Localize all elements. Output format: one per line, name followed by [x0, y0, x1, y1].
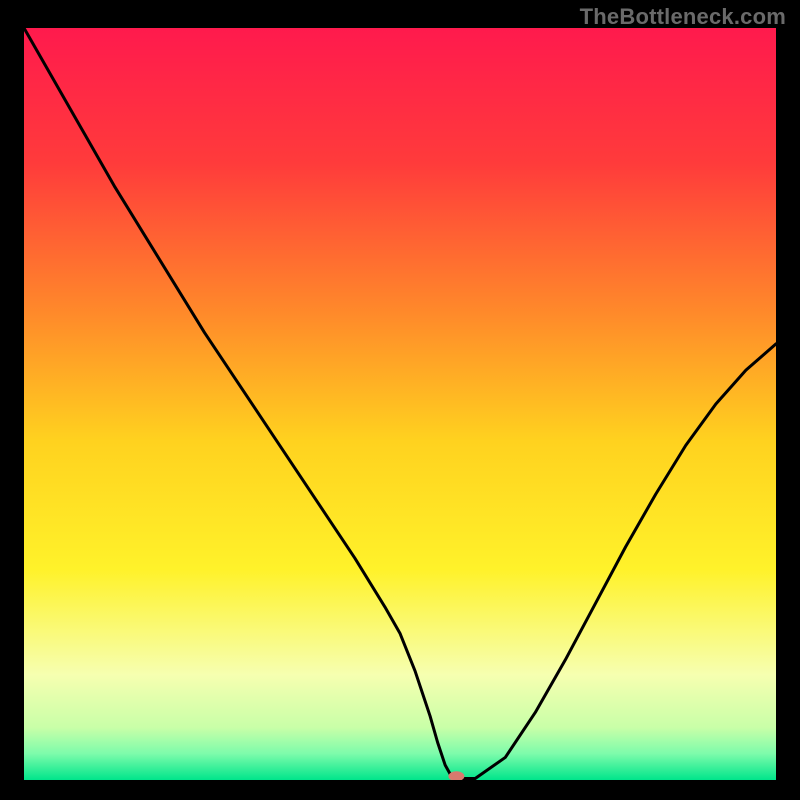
frame-bottom: [0, 780, 800, 800]
watermark-text: TheBottleneck.com: [580, 4, 786, 30]
optimal-point-marker: [448, 771, 464, 781]
bottleneck-chart: [0, 0, 800, 800]
chart-frame: TheBottleneck.com: [0, 0, 800, 800]
frame-right: [776, 0, 800, 800]
plot-background: [24, 28, 776, 780]
frame-left: [0, 0, 24, 800]
